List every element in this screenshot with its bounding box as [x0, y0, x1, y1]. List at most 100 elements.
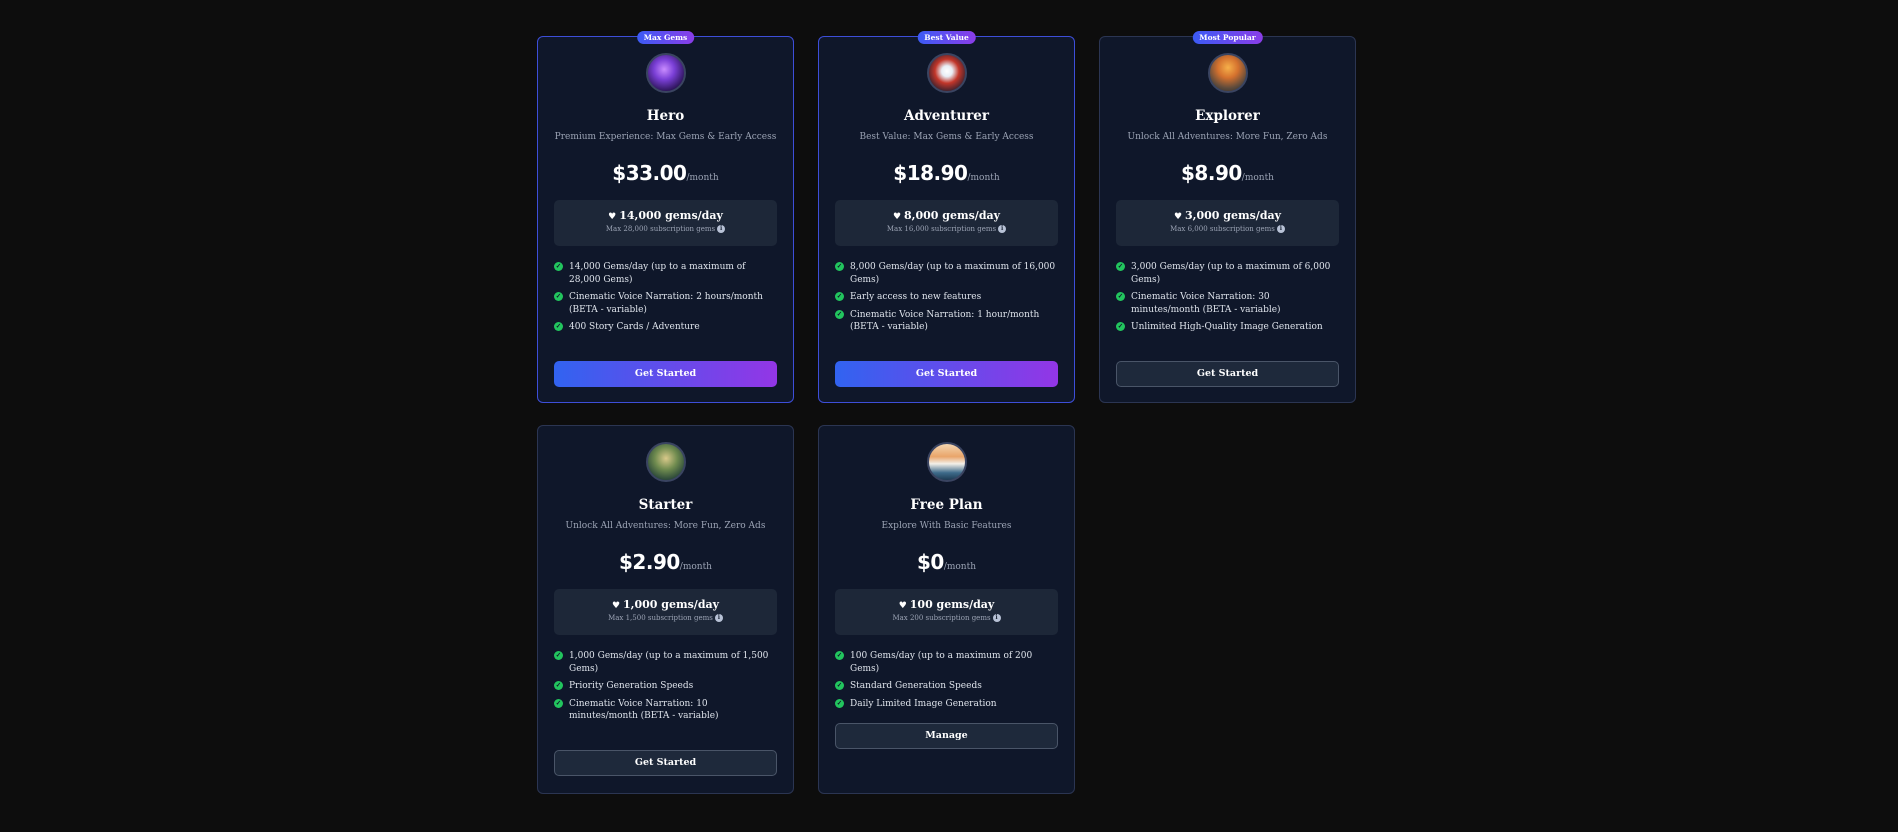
price-period: /month: [686, 173, 719, 183]
info-icon[interactable]: i: [714, 614, 723, 622]
check-icon: ✓: [835, 309, 844, 319]
feature-item: ✓ Unlimited High-Quality Image Generation: [1116, 322, 1323, 332]
plan-description: Unlock All Adventures: More Fun, Zero Ad…: [565, 521, 766, 531]
feature-list: ✓ 100 Gems/day (up to a maximum of 200 Ge…: [835, 650, 1060, 715]
feature-item: ✓ 100 Gems/day (up to a maximum of 200 Ge…: [835, 651, 1033, 674]
check-icon: ✓: [835, 698, 844, 708]
check-icon: ✓: [554, 651, 563, 660]
gems-summary: ♥ 8,000 gems/day Max 16,000 subscription …: [835, 200, 1058, 246]
plan-badge: Best Value: [917, 31, 976, 44]
gems-max: Max 1,500 subscription gems: [608, 614, 713, 622]
gems-summary: ♥ 1,000 gems/day Max 1,500 subscription g…: [554, 589, 777, 635]
plan-badge: Most Popular: [1192, 31, 1263, 44]
plan-card-free: Free Plan Explore With Basic Features $0…: [818, 425, 1075, 794]
plan-card-hero: Max Gems Hero Premium Experience: Max Ge…: [537, 31, 794, 403]
plan-avatar-image: [926, 53, 967, 93]
gems-summary: ♥ 14,000 gems/day Max 28,000 subscription…: [554, 200, 777, 246]
price-row: $8.90/month: [1100, 161, 1355, 185]
get-started-button[interactable]: Get Started: [1116, 361, 1339, 387]
info-icon[interactable]: i: [998, 225, 1007, 233]
feature-item: ✓ Priority Generation Speeds: [554, 681, 694, 691]
gems-summary: ♥ 3,000 gems/day Max 6,000 subscription g…: [1116, 200, 1339, 246]
plan-price: $8.90: [1181, 161, 1242, 185]
price-period: /month: [1241, 173, 1274, 183]
plan-description: Premium Experience: Max Gems & Early Acc…: [554, 132, 777, 142]
feature-list: ✓ 1,000 Gems/day (up to a maximum of 1,50…: [554, 650, 779, 728]
plan-name: Explorer: [1195, 108, 1260, 124]
feature-item: ✓ Cinematic Voice Narration: 1 hour/month…: [835, 309, 1040, 332]
gem-icon: ♥: [892, 212, 902, 222]
check-icon: ✓: [835, 681, 844, 690]
feature-item: ✓ Daily Limited Image Generation: [835, 698, 997, 709]
feature-item: ✓ Cinematic Voice Narration: 2 hours/mont…: [554, 292, 763, 315]
check-icon: ✓: [835, 262, 844, 271]
gems-max: Max 16,000 subscription gems: [886, 225, 997, 233]
plan-name: Starter: [638, 497, 693, 513]
plan-description: Explore With Basic Features: [881, 521, 1012, 531]
plan-card-adventurer: Best Value Adventurer Best Value: Max Ge…: [818, 31, 1075, 403]
gems-max: Max 200 subscription gems: [892, 614, 991, 622]
info-icon[interactable]: i: [1276, 225, 1285, 233]
plan-description: Best Value: Max Gems & Early Access: [859, 132, 1034, 142]
plan-card-starter: Starter Unlock All Adventures: More Fun,…: [537, 425, 794, 794]
feature-item: ✓ Cinematic Voice Narration: 30 minutes/m…: [1116, 292, 1281, 315]
plan-name: Adventurer: [903, 108, 990, 124]
gem-icon: ♥: [1173, 212, 1183, 222]
gems-summary: ♥ 100 gems/day Max 200 subscription gems i: [835, 589, 1058, 635]
gems-per-day: 100 gems/day: [909, 598, 995, 611]
feature-item: ✓ Early access to new features: [835, 292, 982, 302]
gems-per-day: 3,000 gems/day: [1185, 209, 1282, 222]
plan-price: $18.90: [893, 161, 968, 185]
feature-item: ✓ 1,000 Gems/day (up to a maximum of 1,50…: [554, 651, 769, 674]
check-icon: ✓: [1116, 292, 1125, 301]
info-icon[interactable]: i: [717, 225, 726, 233]
gems-per-day: 8,000 gems/day: [904, 209, 1001, 222]
plan-name: Hero: [646, 108, 685, 124]
get-started-button[interactable]: Get Started: [835, 361, 1058, 387]
plan-price: $0: [916, 550, 944, 574]
price-period: /month: [967, 173, 1000, 183]
gem-icon: ♥: [611, 601, 621, 611]
check-icon: ✓: [554, 698, 563, 708]
price-row: $18.90/month: [819, 161, 1074, 185]
plan-price: $33.00: [612, 161, 687, 185]
gems-per-day: 1,000 gems/day: [623, 598, 720, 611]
check-icon: ✓: [554, 322, 563, 331]
gems-max: Max 28,000 subscription gems: [605, 225, 716, 233]
gems-max: Max 6,000 subscription gems: [1170, 225, 1275, 233]
feature-item: ✓ 400 Story Cards / Adventure: [554, 322, 700, 332]
check-icon: ✓: [1116, 262, 1125, 271]
plan-card-explorer: Most Popular Explorer Unlock All Adventu…: [1099, 31, 1356, 403]
info-icon[interactable]: i: [992, 614, 1001, 622]
gem-icon: ♥: [608, 212, 617, 222]
plan-avatar-image: [1207, 53, 1248, 93]
feature-item: ✓ Cinematic Voice Narration: 10 minutes/m…: [554, 698, 719, 721]
price-row: $0/month: [819, 550, 1074, 574]
feature-item: ✓ 3,000 Gems/day (up to a maximum of 6,00…: [1116, 262, 1331, 285]
plan-avatar-image: [645, 53, 686, 93]
check-icon: ✓: [1116, 322, 1125, 331]
check-icon: ✓: [554, 681, 563, 690]
plan-description: Unlock All Adventures: More Fun, Zero Ad…: [1127, 132, 1328, 142]
price-period: /month: [679, 562, 712, 572]
get-started-button[interactable]: Get Started: [554, 750, 777, 776]
check-icon: ✓: [835, 292, 844, 301]
check-icon: ✓: [554, 262, 563, 271]
plan-badge: Max Gems: [636, 31, 695, 44]
price-row: $2.90/month: [538, 550, 793, 574]
plan-price: $2.90: [619, 550, 680, 574]
check-icon: ✓: [835, 651, 844, 660]
manage-button[interactable]: Manage: [835, 723, 1058, 749]
feature-list: ✓ 14,000 Gems/day (up to a maximum of 28,…: [554, 261, 779, 339]
plan-avatar-image: [645, 442, 686, 482]
gems-per-day: 14,000 gems/day: [619, 209, 723, 222]
plan-avatar-image: [926, 442, 967, 482]
price-period: /month: [943, 562, 977, 572]
feature-list: ✓ 3,000 Gems/day (up to a maximum of 6,00…: [1116, 261, 1341, 339]
feature-list: ✓ 8,000 Gems/day (up to a maximum of 16,0…: [835, 261, 1060, 339]
feature-item: ✓ Standard Generation Speeds: [835, 681, 982, 691]
check-icon: ✓: [554, 292, 563, 301]
gem-icon: ♥: [898, 601, 907, 611]
feature-item: ✓ 14,000 Gems/day (up to a maximum of 28,…: [554, 262, 746, 285]
get-started-button[interactable]: Get Started: [554, 361, 777, 387]
